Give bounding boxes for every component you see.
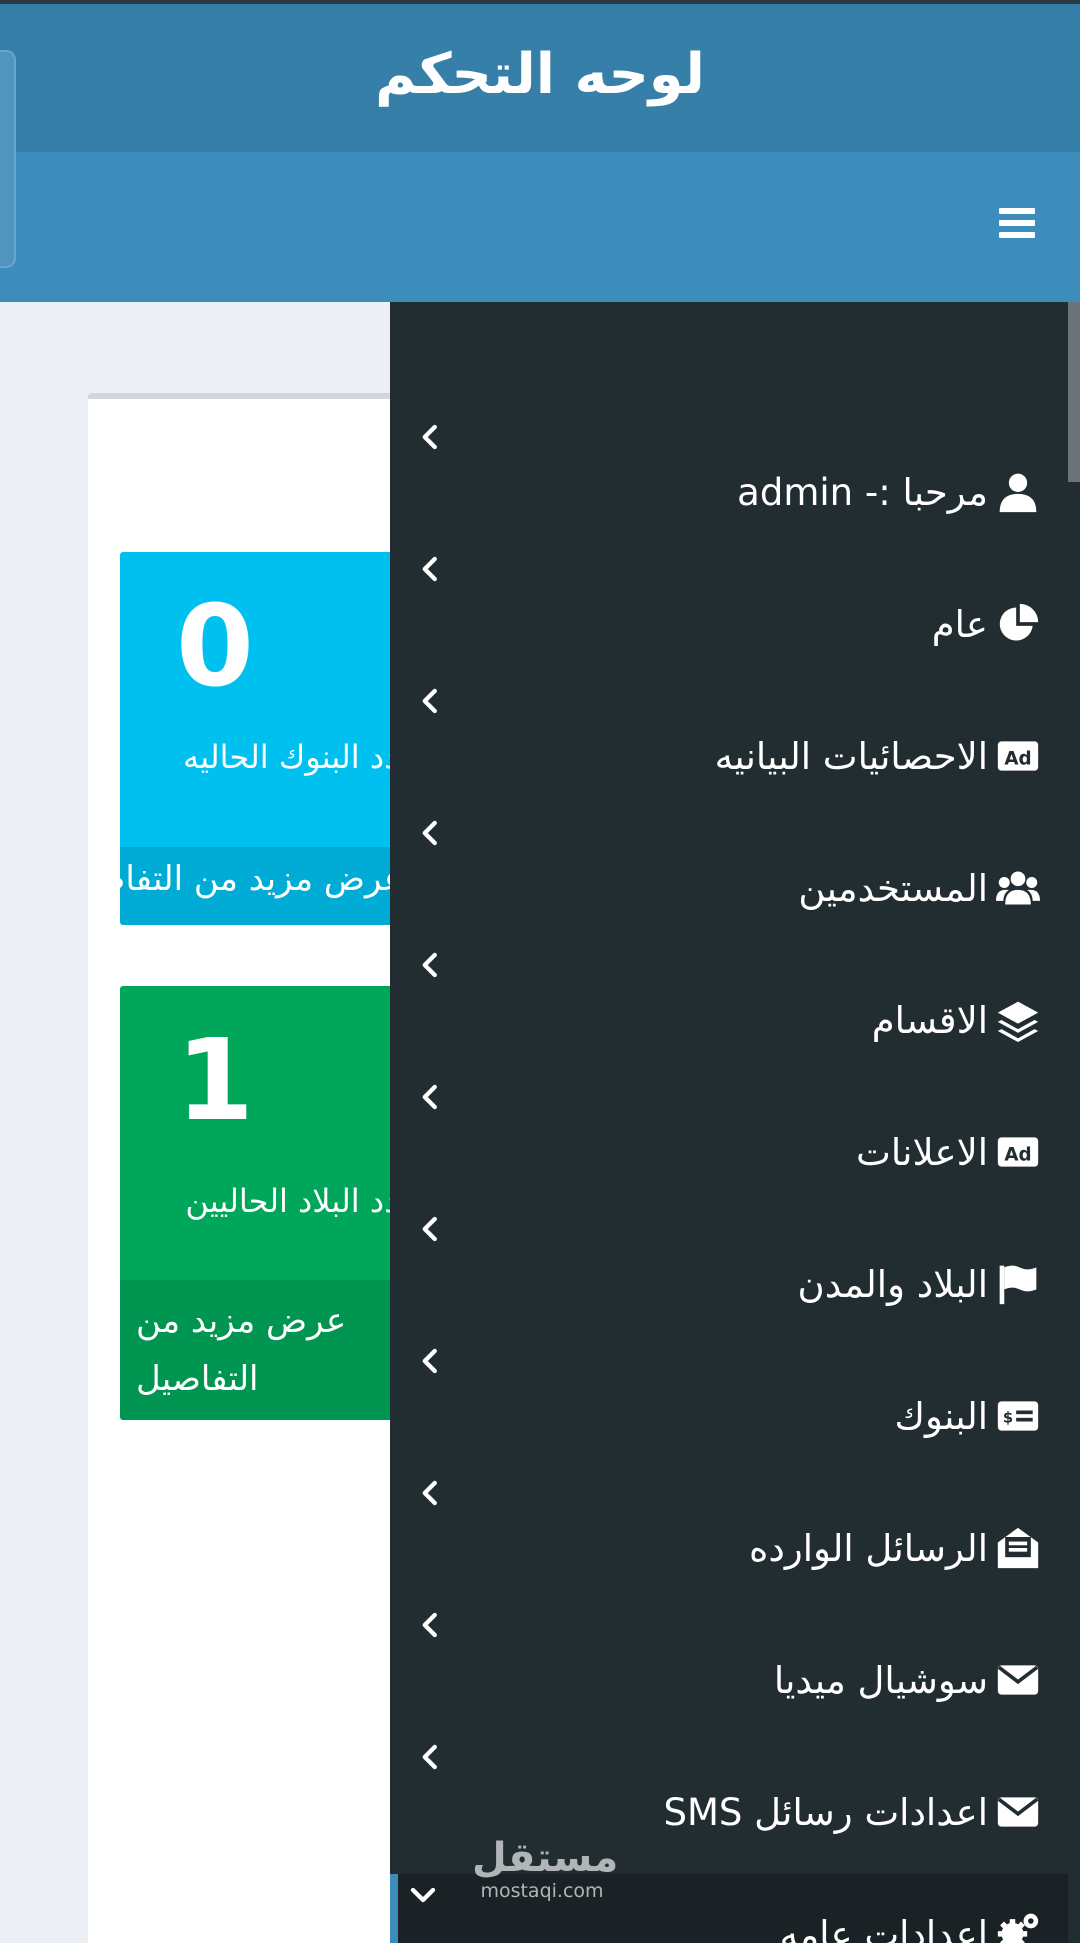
chevron-left-icon (422, 424, 437, 450)
envelope-icon (997, 1797, 1039, 1827)
sidebar-item-banks[interactable]: البنوك $ (390, 1334, 1068, 1467)
svg-text:$: $ (1003, 1409, 1013, 1426)
sidebar-item-ads[interactable]: الاعلانات Ad (390, 1070, 1068, 1203)
left-edge-handle[interactable] (0, 50, 16, 268)
flag-icon (999, 1265, 1037, 1305)
sidebar-item-label: الرسائل الوارده (748, 1527, 988, 1570)
sidebar-item-label: اعدادات عامه (779, 1913, 988, 1943)
chevron-left-icon (422, 952, 437, 978)
user-icon (999, 473, 1037, 513)
svg-text:Ad: Ad (1004, 748, 1031, 769)
sidebar-item-statistics[interactable]: الاحصائيات البيانيه Ad (390, 674, 1068, 807)
pie-chart-icon (999, 603, 1039, 641)
sidebar-item-label: مرحبا :- admin (737, 471, 988, 514)
chevron-left-icon (422, 556, 437, 582)
sidebar-item-inbox[interactable]: الرسائل الوارده (390, 1466, 1068, 1599)
cogs-icon (997, 1913, 1039, 1943)
layers-icon (997, 1001, 1039, 1042)
active-indicator (390, 1874, 398, 1943)
chevron-left-icon (422, 1084, 437, 1110)
sidebar-item-social-media[interactable]: سوشيال ميديا (390, 1598, 1068, 1731)
chevron-left-icon (422, 1216, 437, 1242)
sidebar-item-label: عام (931, 603, 988, 646)
envelope-icon (997, 1665, 1039, 1695)
chevron-left-icon (422, 688, 437, 714)
more-info-link[interactable]: عرض مزيد من التفاصيل (120, 1280, 420, 1420)
sidebar-menu: مرحبا :- admin عام الاحصائيات البيانيه A… (390, 302, 1080, 1943)
banks-stat-box: 0 عدد البنوك الحاليه عرض مزيد من التفاصي… (120, 552, 420, 925)
users-icon (996, 871, 1040, 905)
sidebar-item-categories[interactable]: الاقسام (390, 938, 1068, 1071)
sidebar-item-label: البنوك (894, 1395, 989, 1438)
chevron-left-icon (422, 1612, 437, 1638)
sidebar-item-label: الاقسام (871, 999, 988, 1042)
watermark-arabic: مستقل (472, 1835, 619, 1881)
sidebar-item-users[interactable]: المستخدمين (390, 806, 1068, 939)
sidebar-item-general[interactable]: عام (390, 542, 1068, 675)
watermark-latin: mostaqi.com (480, 1880, 604, 1902)
scrollbar-thumb[interactable] (1068, 302, 1080, 482)
stat-count: 0 (176, 582, 254, 712)
sidebar-item-label: الاعلانات (856, 1131, 988, 1174)
page-title: لوحه التحكم (375, 42, 705, 107)
sidebar-item-label: الاحصائيات البيانيه (714, 735, 988, 778)
stat-count: 1 (176, 1016, 254, 1146)
chevron-left-icon (422, 1744, 437, 1770)
chevron-left-icon (422, 1480, 437, 1506)
countries-stat-box: 1 عدد البلاد الحاليين عرض مزيد من التفاص… (120, 986, 420, 1420)
ad-icon: Ad (997, 741, 1039, 771)
sidebar-item-label: المستخدمين (798, 867, 988, 910)
mostaql-watermark: مستقل mostaqi.com (472, 1835, 619, 1902)
nav-bar (0, 152, 1080, 302)
envelope-open-icon (997, 1527, 1039, 1569)
chevron-down-icon (410, 1887, 436, 1903)
sidebar-item-countries[interactable]: البلاد والمدن (390, 1202, 1068, 1335)
title-bar: لوحه التحكم (0, 4, 1080, 152)
sidebar-item-label: اعدادات رسائل SMS (663, 1791, 988, 1834)
stat-label: عدد البنوك الحاليه (183, 738, 420, 776)
sidebar-item-label: البلاد والمدن (797, 1263, 988, 1306)
svg-text:Ad: Ad (1004, 1144, 1031, 1165)
more-info-link[interactable]: عرض مزيد من التفاصيل (120, 847, 420, 925)
ad-icon: Ad (997, 1137, 1039, 1167)
hamburger-icon[interactable] (999, 208, 1035, 242)
chevron-left-icon (422, 1348, 437, 1374)
chevron-left-icon (422, 820, 437, 846)
money-check-icon: $ (997, 1401, 1039, 1431)
sidebar-item-label: سوشيال ميديا (773, 1659, 988, 1702)
sidebar-item-welcome[interactable]: مرحبا :- admin (390, 410, 1068, 543)
stat-label: عدد البلاد الحاليين (185, 1182, 420, 1220)
